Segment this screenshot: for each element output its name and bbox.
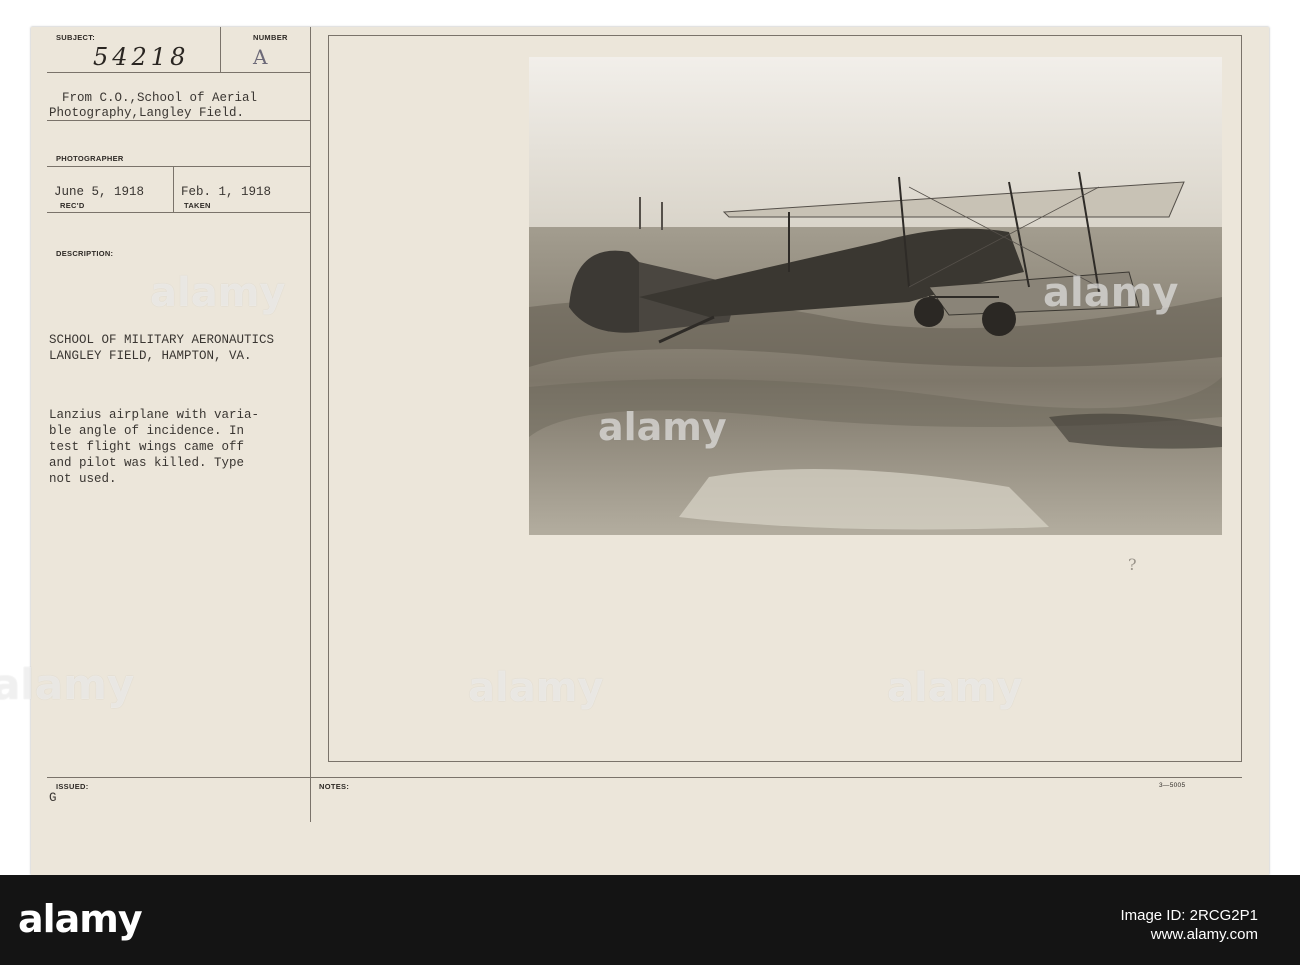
notes-label: NOTES: <box>319 782 350 791</box>
subject-rule <box>47 72 310 73</box>
description-label: DESCRIPTION: <box>56 249 114 258</box>
taken-label: TAKEN <box>184 201 211 210</box>
frame-left <box>328 35 329 762</box>
subject-number: 54218 <box>93 43 190 71</box>
watermark-5: alamy <box>468 665 604 711</box>
description-body-line-4: and pilot was killed. Type <box>49 456 245 470</box>
watermark-4: alamy <box>0 660 135 709</box>
issued-label: ISSUED: <box>56 782 89 791</box>
number-value: A <box>253 45 272 69</box>
description-heading-1: SCHOOL OF MILITARY AERONAUTICS <box>49 333 275 347</box>
image-id: Image ID: 2RCG2P1 <box>1120 907 1258 924</box>
footer-bar: alamy Image ID: 2RCG2P1 www.alamy.com <box>0 875 1300 965</box>
footer-url[interactable]: www.alamy.com <box>1120 925 1258 944</box>
taken-date: Feb. 1, 1918 <box>181 185 272 199</box>
footer-meta: Image ID: 2RCG2P1 www.alamy.com <box>1120 906 1258 944</box>
description-heading-2: LANGLEY FIELD, HAMPTON, VA. <box>49 349 252 363</box>
watermark-1: alamy <box>150 270 286 316</box>
watermark-3: alamy <box>1043 270 1179 316</box>
description-body-line-2: ble angle of incidence. In <box>49 424 245 438</box>
photographer-label: PHOTOGRAPHER <box>56 154 124 163</box>
received-date: June 5, 1918 <box>54 185 145 199</box>
number-divider <box>220 27 221 73</box>
frame-bottom <box>328 761 1242 762</box>
number-label: NUMBER <box>253 33 288 42</box>
source-line-1: From C.O.,School of Aerial <box>62 91 258 105</box>
received-label: REC'D <box>60 201 85 210</box>
photographer-rule <box>47 166 310 167</box>
pencil-mark: ? <box>1128 555 1137 574</box>
form-code: 3—5005 <box>1159 782 1186 789</box>
watermark-6: alamy <box>887 665 1023 711</box>
frame-top <box>328 35 1242 36</box>
source-line-2: Photography,Langley Field. <box>49 106 245 120</box>
notes-rule <box>47 777 1242 778</box>
dates-rule <box>47 212 310 213</box>
issued-value: G <box>49 791 57 805</box>
description-body-line-5: not used. <box>49 472 117 486</box>
frame-right <box>1241 35 1242 762</box>
subject-label: SUBJECT: <box>56 33 96 42</box>
description-body-line-1: Lanzius airplane with varia- <box>49 408 260 422</box>
description-body-line-3: test flight wings came off <box>49 440 245 454</box>
alamy-logo[interactable]: alamy <box>18 897 143 941</box>
watermark-2: alamy <box>598 405 727 449</box>
dates-divider <box>173 166 174 212</box>
left-column-divider <box>310 27 311 822</box>
